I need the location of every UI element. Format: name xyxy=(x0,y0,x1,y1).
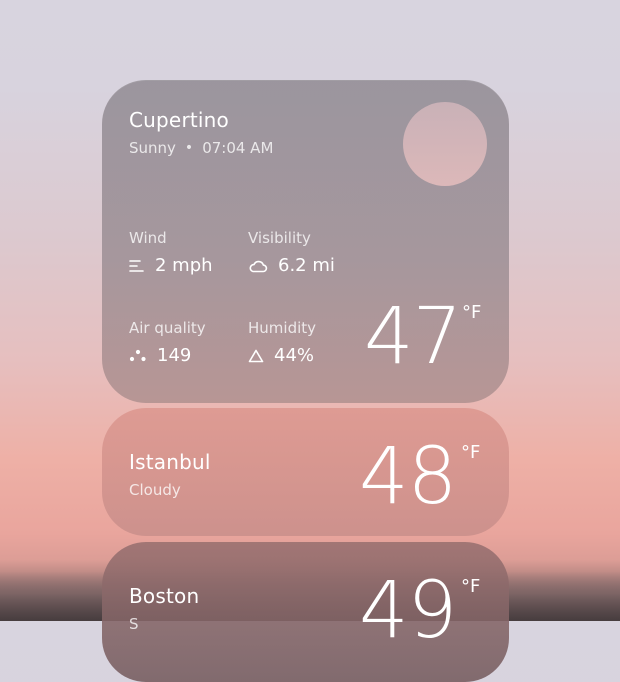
visibility-label: Visibility xyxy=(248,229,311,247)
air-quality-label: Air quality xyxy=(129,319,206,337)
temperature-display: 48 °F xyxy=(359,438,480,516)
visibility-metric: 6.2 mi xyxy=(248,255,335,276)
weather-card-istanbul[interactable]: Istanbul Cloudy 48 °F xyxy=(102,408,509,536)
city-name: Cupertino xyxy=(129,108,229,132)
separator-dot: • xyxy=(184,140,194,156)
temperature-unit: °F xyxy=(461,576,481,597)
condition-text: S xyxy=(129,615,139,633)
temperature-display: 49 °F xyxy=(359,572,480,650)
temperature-display: 47 °F xyxy=(364,298,481,376)
temperature-unit: °F xyxy=(462,302,482,323)
air-quality-icon xyxy=(129,349,146,361)
air-quality-value: 149 xyxy=(157,345,192,366)
local-time: 07:04 AM xyxy=(202,139,274,157)
humidity-value: 44% xyxy=(274,345,315,366)
city-name: Istanbul xyxy=(129,450,211,474)
condition-text: Sunny xyxy=(129,139,176,157)
city-name: Boston xyxy=(129,584,200,608)
wind-metric: 2 mph xyxy=(129,255,213,276)
weather-card-boston[interactable]: Boston S 49 °F xyxy=(102,542,509,682)
temperature-value: 47 xyxy=(364,292,462,382)
humidity-icon xyxy=(248,349,264,362)
temperature-value: 49 xyxy=(359,566,457,656)
humidity-metric: 44% xyxy=(248,345,314,366)
sun-icon xyxy=(403,102,487,186)
temperature-value: 48 xyxy=(359,432,457,522)
weather-card-cupertino[interactable]: Cupertino Sunny • 07:04 AM Wind 2 mph Visi… xyxy=(102,80,509,403)
condition-time: Sunny • 07:04 AM xyxy=(129,139,273,157)
air-quality-metric: 149 xyxy=(129,345,191,366)
condition-text: Cloudy xyxy=(129,481,181,499)
wind-label: Wind xyxy=(129,229,167,247)
wind-icon xyxy=(129,259,144,272)
humidity-label: Humidity xyxy=(248,319,317,337)
wind-value: 2 mph xyxy=(155,255,213,276)
temperature-unit: °F xyxy=(461,442,481,463)
visibility-value: 6.2 mi xyxy=(278,255,335,276)
cloud-icon xyxy=(249,260,268,272)
